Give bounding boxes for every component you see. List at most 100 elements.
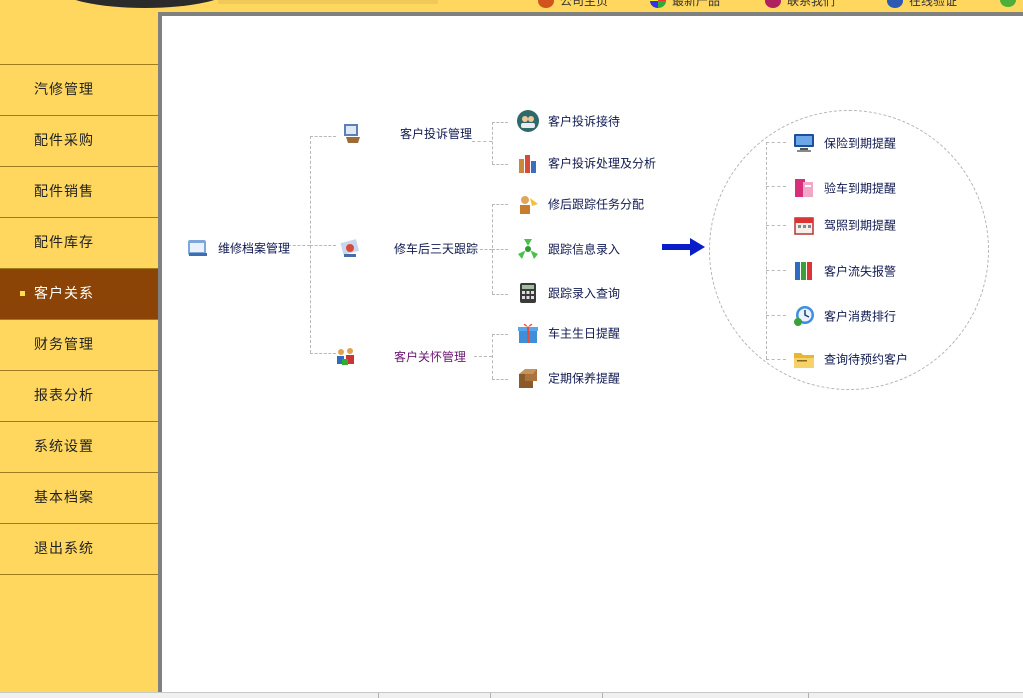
reception-icon [517, 110, 539, 132]
node-repair-archive[interactable]: 维修档案管理 [186, 236, 290, 260]
connector-line [766, 315, 786, 316]
node-inspection-expiry[interactable]: 验车到期提醒 [792, 176, 896, 200]
maintenance-icon [519, 369, 537, 388]
assign-icon [520, 196, 538, 214]
complaint-icon [344, 124, 360, 143]
logo [60, 0, 230, 8]
node-insurance-expiry[interactable]: 保险到期提醒 [792, 131, 896, 155]
node-three-day-tracking[interactable]: 修车后三天跟踪 [338, 236, 478, 260]
header-link-products[interactable]: 最新产品 [650, 0, 720, 10]
sidebar-item-label: 基本档案 [34, 490, 94, 506]
connector-line [766, 142, 786, 143]
node-consumption-ranking[interactable]: 客户消费排行 [792, 304, 896, 328]
connector-line [492, 204, 508, 205]
product-icon [650, 0, 666, 8]
node-complaint-analysis[interactable]: 客户投诉处理及分析 [516, 151, 656, 175]
connector-line [492, 379, 508, 380]
node-pending-appointment[interactable]: 查询待预约客户 [792, 347, 908, 371]
care-icon [337, 348, 354, 365]
connector-line [492, 122, 508, 123]
entry-icon [518, 239, 538, 259]
sidebar-item-label: 客户关系 [34, 286, 94, 302]
sidebar-item-label: 汽修管理 [34, 82, 94, 98]
status-divider [602, 693, 603, 698]
header-link-home[interactable]: 公司主页 [538, 0, 608, 10]
node-complaint-management[interactable]: 客户投诉管理 [340, 121, 472, 145]
connector-line [492, 249, 508, 250]
sidebar-item-label: 配件库存 [34, 235, 94, 251]
tracking-icon [340, 239, 360, 257]
sidebar-item-reports[interactable]: 报表分析 [0, 371, 158, 422]
computer-icon [794, 134, 814, 152]
node-customer-care[interactable]: 客户关怀管理 [334, 344, 466, 368]
connector-line [766, 359, 786, 360]
node-tracking-query[interactable]: 跟踪录入查询 [516, 281, 620, 305]
main-panel: 维修档案管理 客户投诉管理 修车后三天跟踪 客户关怀管理 客户投诉接待 客户投诉… [158, 12, 1023, 692]
node-complaint-reception[interactable]: 客户投诉接待 [516, 109, 620, 133]
status-divider [378, 693, 379, 698]
inspection-icon [795, 179, 813, 197]
contact-icon [765, 0, 781, 8]
connector-line [310, 136, 336, 137]
sidebar-top-space [0, 12, 158, 65]
node-tracking-assign[interactable]: 修后跟踪任务分配 [516, 192, 644, 216]
clock-icon [794, 306, 814, 326]
top-bar: 公司主页 最新产品 联系我们 在线验证 [0, 0, 1023, 12]
node-tracking-entry[interactable]: 跟踪信息录入 [516, 237, 620, 261]
connector-line [766, 225, 786, 226]
header-link-verify[interactable]: 在线验证 [887, 0, 957, 10]
verify-icon [887, 0, 903, 8]
analysis-icon [519, 155, 536, 173]
header-extra-icon[interactable] [1000, 0, 1022, 10]
sidebar-item-crm[interactable]: 客户关系 [0, 269, 158, 320]
connector-line [474, 356, 492, 357]
sidebar-item-inventory[interactable]: 配件库存 [0, 218, 158, 269]
home-icon [538, 0, 554, 8]
sidebar-item-finance[interactable]: 财务管理 [0, 320, 158, 371]
connector-line [492, 122, 493, 164]
sidebar: 汽修管理 配件采购 配件销售 配件库存 客户关系 财务管理 报表分析 系统设置 … [0, 12, 158, 692]
sidebar-item-label: 退出系统 [34, 541, 94, 557]
connector-line [480, 249, 492, 250]
connector-line [492, 334, 493, 379]
status-divider [490, 693, 491, 698]
header-link-contact[interactable]: 联系我们 [765, 0, 835, 10]
sidebar-item-label: 配件销售 [34, 184, 94, 200]
connector-line [766, 270, 786, 271]
connector-line [492, 334, 508, 335]
sidebar-item-label: 配件采购 [34, 133, 94, 149]
extra-icon [1000, 0, 1016, 7]
sidebar-item-settings[interactable]: 系统设置 [0, 422, 158, 473]
node-customer-loss-alarm[interactable]: 客户流失报警 [792, 259, 896, 283]
connector-line [492, 164, 508, 165]
node-maintenance-reminder[interactable]: 定期保养提醒 [516, 366, 620, 390]
flow-arrow-icon [662, 238, 705, 256]
archive-icon [188, 240, 207, 256]
bullet-icon [20, 291, 25, 296]
sidebar-item-sales[interactable]: 配件销售 [0, 167, 158, 218]
connector-line [288, 245, 310, 246]
sidebar-item-base-records[interactable]: 基本档案 [0, 473, 158, 524]
sidebar-item-repair[interactable]: 汽修管理 [0, 65, 158, 116]
connector-line [766, 186, 786, 187]
connector-line [766, 142, 767, 359]
sidebar-item-label: 报表分析 [34, 388, 94, 404]
calendar-icon [794, 217, 814, 235]
status-divider [808, 693, 809, 698]
folder-icon [794, 353, 814, 368]
node-birthday-reminder[interactable]: 车主生日提醒 [516, 321, 620, 345]
calculator-icon [520, 283, 536, 303]
connector-line [310, 245, 336, 246]
logo-text-strip [218, 0, 438, 4]
node-license-expiry[interactable]: 驾照到期提醒 [792, 213, 896, 237]
sidebar-item-exit[interactable]: 退出系统 [0, 524, 158, 575]
sidebar-item-purchase[interactable]: 配件采购 [0, 116, 158, 167]
sidebar-item-label: 财务管理 [34, 337, 94, 353]
binders-icon [795, 262, 812, 280]
connector-line [492, 294, 508, 295]
gift-icon [518, 323, 538, 343]
connector-line [472, 141, 492, 142]
connector-line [310, 353, 336, 354]
status-bar [0, 692, 1023, 698]
sidebar-item-label: 系统设置 [34, 439, 94, 455]
